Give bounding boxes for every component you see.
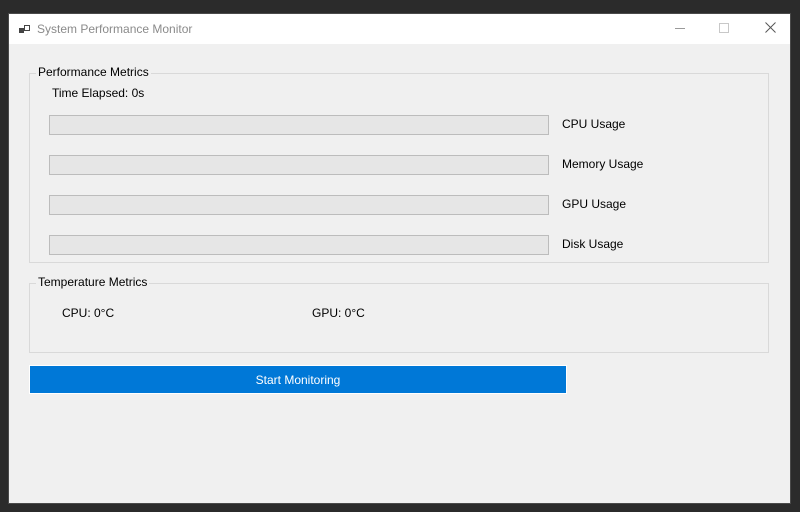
disk-usage-progress-bar [49,235,549,255]
gpu-usage-progress-bar [49,195,549,215]
minimize-button[interactable] [657,14,703,44]
memory-usage-progress-bar [49,155,549,175]
performance-metrics-group: Performance Metrics Time Elapsed: 0s CPU… [29,65,769,263]
title-bar[interactable]: System Performance Monitor [9,14,790,44]
minimize-icon [675,20,685,38]
gpu-temperature-label: GPU: 0°C [312,306,365,320]
app-window: System Performance Monitor Performance M… [8,13,791,504]
maximize-icon [719,20,729,38]
cpu-temperature-label: CPU: 0°C [62,306,115,320]
performance-metrics-legend: Performance Metrics [36,65,151,79]
disk-usage-label: Disk Usage [562,237,624,251]
windows-app-icon [18,22,32,36]
cpu-usage-progress-bar [49,115,549,135]
temperature-metrics-group: Temperature Metrics CPU: 0°C GPU: 0°C [29,275,769,353]
close-icon [764,20,776,38]
memory-usage-label: Memory Usage [562,157,644,171]
gpu-usage-label: GPU Usage [562,197,627,211]
time-elapsed-label: Time Elapsed: 0s [52,86,145,100]
close-button[interactable] [747,14,793,44]
window-title: System Performance Monitor [37,22,193,36]
start-monitoring-button[interactable]: Start Monitoring [29,365,567,394]
temperature-metrics-legend: Temperature Metrics [36,275,150,289]
cpu-usage-label: CPU Usage [562,117,626,131]
maximize-button[interactable] [701,14,747,44]
